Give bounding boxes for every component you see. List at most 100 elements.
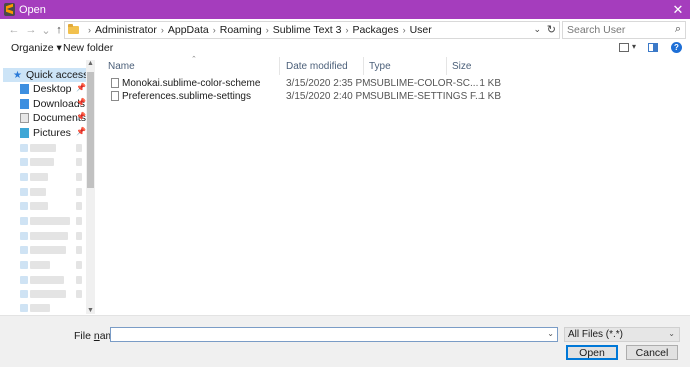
change-view-icon[interactable] <box>619 43 629 52</box>
file-size: 1 KB <box>479 91 501 102</box>
file-name: Preferences.sublime-settings <box>122 91 251 102</box>
navigation-pane: ★ Quick access Desktop 📌 Downloads 📌 Doc… <box>0 60 95 314</box>
crumb-appdata[interactable]: AppData <box>168 24 209 36</box>
redacted-item-icon <box>20 158 28 166</box>
redacted-item-icon <box>20 290 28 298</box>
nav-pictures[interactable]: Pictures 📌 <box>20 126 86 140</box>
file-size: 1 KB <box>479 78 501 89</box>
cancel-button[interactable]: Cancel <box>626 345 678 360</box>
nav-quick-access-label: Quick access <box>25 69 89 81</box>
file-type: SUBLIME-SETTINGS F... <box>370 91 484 102</box>
downloads-folder-icon <box>20 99 29 109</box>
folder-icon <box>68 24 79 34</box>
address-dropdown-icon[interactable]: ⌄ <box>533 24 541 35</box>
column-header-date-modified[interactable]: Date modified <box>282 57 364 75</box>
crumb-roaming[interactable]: Roaming <box>220 24 262 36</box>
redacted-pin <box>76 290 82 298</box>
star-icon: ★ <box>13 69 22 81</box>
nav-desktop-label: Desktop <box>33 83 72 95</box>
column-header-size[interactable]: Size <box>448 57 503 75</box>
scroll-up-icon[interactable]: ▲ <box>87 60 94 67</box>
organize-button[interactable]: Organize ▾ <box>11 42 62 54</box>
redacted-pin <box>76 188 82 196</box>
breadcrumb-separator[interactable]: › <box>213 25 216 35</box>
redacted-pin <box>76 276 82 284</box>
crumb-user[interactable]: User <box>410 24 432 36</box>
command-bar: Organize ▾ New folder ▾ ? <box>0 41 690 57</box>
pictures-folder-icon <box>20 128 29 138</box>
breadcrumb-separator[interactable]: › <box>345 25 348 35</box>
redacted-item <box>30 304 50 312</box>
preview-pane-icon[interactable] <box>648 43 658 52</box>
help-icon[interactable]: ? <box>671 42 682 53</box>
breadcrumb-separator[interactable]: › <box>161 25 164 35</box>
crumb-sublime-text-3[interactable]: Sublime Text 3 <box>273 24 342 36</box>
redacted-item <box>30 232 68 240</box>
pin-icon: 📌 <box>76 83 86 92</box>
redacted-item <box>30 246 66 254</box>
scroll-down-icon[interactable]: ▼ <box>87 307 94 314</box>
crumb-packages[interactable]: Packages <box>352 24 398 36</box>
search-icon[interactable]: ⌕ <box>675 23 681 36</box>
nav-downloads[interactable]: Downloads 📌 <box>20 97 86 111</box>
column-header-type[interactable]: Type <box>365 57 447 75</box>
open-button[interactable]: Open <box>566 345 618 360</box>
file-name-dropdown-icon[interactable]: ⌄ <box>547 329 554 338</box>
bottom-panel: File name: ⌄ All Files (*.*) ⌄ Open Canc… <box>0 315 690 367</box>
window-title: Open <box>19 3 46 16</box>
column-header-name[interactable]: Name <box>104 57 280 75</box>
breadcrumb-separator[interactable]: › <box>266 25 269 35</box>
file-name-combobox[interactable]: ⌄ <box>110 327 558 342</box>
file-date-modified: 3/15/2020 2:35 PM <box>286 78 371 89</box>
redacted-item-icon <box>20 232 28 240</box>
redacted-item <box>30 276 64 284</box>
sublime-text-icon <box>4 3 15 16</box>
pin-icon: 📌 <box>76 127 86 136</box>
redacted-item <box>30 158 54 166</box>
crumb-administrator[interactable]: Administrator <box>95 24 157 36</box>
pin-icon: 📌 <box>76 98 86 107</box>
redacted-item-icon <box>20 304 28 312</box>
back-arrow-icon[interactable]: ← <box>6 22 22 38</box>
file-row[interactable]: Monokai.sublime-color-scheme 3/15/2020 2… <box>104 78 502 91</box>
redacted-item-icon <box>20 173 28 181</box>
breadcrumb-separator[interactable]: › <box>403 25 406 35</box>
redacted-item-icon <box>20 188 28 196</box>
pin-icon: 📌 <box>76 112 86 121</box>
close-icon[interactable]: ✕ <box>666 0 690 19</box>
breadcrumb-separator[interactable]: › <box>88 25 91 35</box>
redacted-item <box>30 290 66 298</box>
file-icon <box>111 78 119 88</box>
redacted-pin <box>76 232 82 240</box>
file-name-input[interactable] <box>111 328 541 341</box>
nav-pane-scrollbar[interactable]: ▲ ▼ <box>86 60 95 314</box>
nav-documents[interactable]: Documents 📌 <box>20 111 86 125</box>
redacted-pin <box>76 173 82 181</box>
refresh-icon[interactable]: ↻ <box>547 23 556 36</box>
file-name: Monokai.sublime-color-scheme <box>122 78 261 89</box>
redacted-pin <box>76 217 82 225</box>
forward-arrow-icon[interactable]: → <box>23 22 39 38</box>
file-icon <box>111 91 119 101</box>
file-type-filter[interactable]: All Files (*.*) ⌄ <box>564 327 680 342</box>
address-row: ← → ⌄ ↑ › Administrator › AppData › Roam… <box>0 19 690 41</box>
redacted-pin <box>76 158 82 166</box>
search-box[interactable]: ⌕ <box>562 21 686 39</box>
redacted-pin <box>76 202 82 210</box>
desktop-folder-icon <box>20 84 29 94</box>
redacted-item <box>30 202 48 210</box>
redacted-pin <box>76 144 82 152</box>
scrollbar-thumb[interactable] <box>87 72 94 188</box>
redacted-item <box>30 217 70 225</box>
file-type-filter-value: All Files (*.*) <box>568 329 624 340</box>
search-input[interactable] <box>567 24 667 36</box>
file-row[interactable]: Preferences.sublime-settings 3/15/2020 2… <box>104 91 502 104</box>
title-bar: Open ✕ <box>0 0 690 19</box>
nav-quick-access[interactable]: ★ Quick access <box>3 68 89 82</box>
new-folder-button[interactable]: New folder <box>63 42 113 54</box>
nav-desktop[interactable]: Desktop 📌 <box>20 82 86 96</box>
breadcrumb[interactable]: › Administrator › AppData › Roaming › Su… <box>64 21 560 39</box>
redacted-item-icon <box>20 217 28 225</box>
file-type-dropdown-icon[interactable]: ⌄ <box>668 329 675 338</box>
view-options-chevron-icon[interactable]: ▾ <box>632 42 636 51</box>
